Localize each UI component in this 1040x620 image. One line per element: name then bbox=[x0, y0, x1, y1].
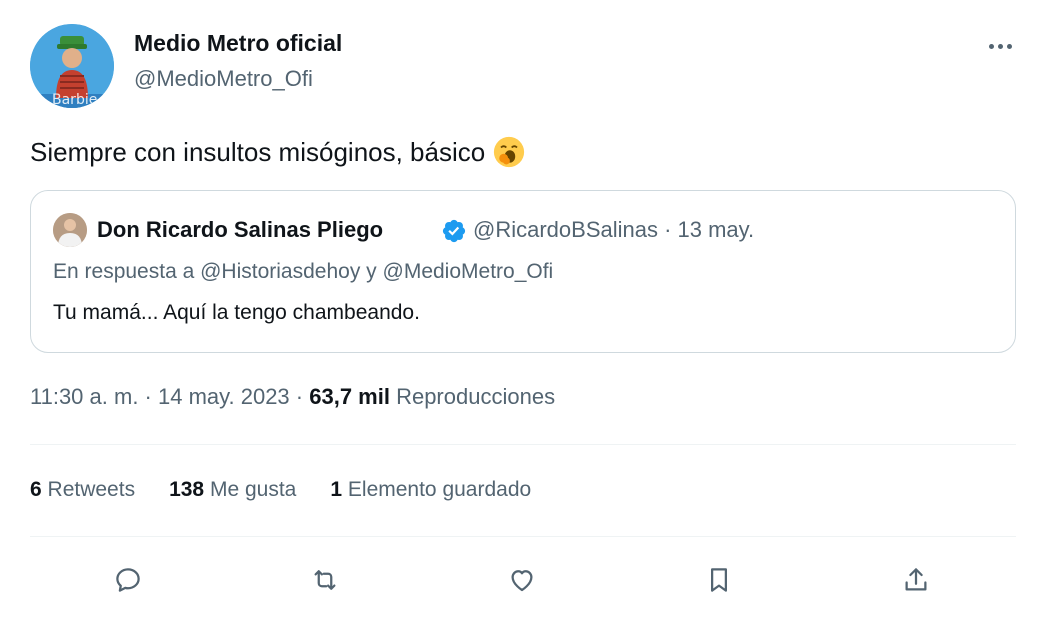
tweet-text-content: Siempre con insultos misóginos, básico bbox=[30, 136, 486, 167]
quoted-reply-context: En respuesta a @Historiasdehoy y @MedioM… bbox=[53, 260, 553, 284]
reply-mention-link[interactable]: @Historiasdehoy bbox=[200, 260, 360, 283]
retweets-stat[interactable]: 6 Retweets bbox=[30, 478, 135, 502]
yawning-face-emoji-icon bbox=[494, 136, 525, 168]
svg-text:Barbie: Barbie bbox=[52, 92, 97, 108]
share-button[interactable] bbox=[894, 558, 938, 602]
likes-label: Me gusta bbox=[209, 478, 297, 501]
retweet-button[interactable] bbox=[303, 558, 347, 602]
bookmarks-stat[interactable]: 1 Elemento guardado bbox=[330, 478, 531, 502]
reply-joiner: y bbox=[366, 260, 377, 283]
quoted-profile-avatar-icon bbox=[53, 213, 87, 247]
share-icon bbox=[905, 568, 927, 591]
more-dot-icon bbox=[1006, 43, 1012, 49]
divider bbox=[30, 536, 1016, 537]
like-icon bbox=[511, 570, 533, 592]
like-button[interactable] bbox=[500, 558, 544, 602]
tweet-timestamp[interactable]: 11:30 a. m. · 14 may. 2023 · bbox=[30, 384, 303, 409]
engagement-stats: 6 Retweets 138 Me gusta 1 Elemento guard… bbox=[30, 478, 531, 502]
more-dot-icon bbox=[988, 43, 994, 49]
retweets-label: Retweets bbox=[47, 478, 136, 501]
author-handle[interactable]: @MedioMetro_Ofi bbox=[134, 66, 313, 92]
views-count: 63,7 mil bbox=[309, 384, 390, 409]
reply-mention-link[interactable]: @MedioMetro_Ofi bbox=[383, 260, 554, 283]
reply-button[interactable] bbox=[106, 558, 150, 602]
retweets-count: 6 bbox=[30, 478, 42, 501]
quoted-tweet[interactable]: Don Ricardo Salinas Pliego @RicardoBSali… bbox=[30, 190, 1016, 353]
profile-avatar-icon: Barbie bbox=[30, 24, 114, 108]
quoted-author-avatar[interactable] bbox=[53, 213, 87, 247]
likes-stat[interactable]: 138 Me gusta bbox=[169, 478, 296, 502]
retweet-icon bbox=[314, 570, 336, 590]
bookmark-icon bbox=[711, 568, 727, 592]
likes-count: 138 bbox=[169, 478, 205, 501]
quoted-handle-date[interactable]: @RicardoBSalinas · 13 may. bbox=[473, 217, 754, 243]
views-label: Reproducciones bbox=[396, 384, 556, 409]
tweet-card: Barbie Medio Metro oficial @MedioMetro_O… bbox=[0, 0, 1040, 620]
author-avatar[interactable]: Barbie bbox=[30, 24, 114, 108]
bookmarks-count: 1 bbox=[330, 478, 343, 501]
bookmark-button[interactable] bbox=[697, 558, 741, 602]
quoted-display-name[interactable]: Don Ricardo Salinas Pliego bbox=[97, 217, 383, 243]
action-bar bbox=[0, 558, 1040, 602]
reply-icon bbox=[116, 568, 140, 592]
verified-badge-icon bbox=[442, 219, 466, 243]
reply-prefix: En respuesta a bbox=[53, 260, 195, 283]
tweet-timestamp-row: 11:30 a. m. · 14 may. 2023 · 63,7 mil Re… bbox=[30, 384, 555, 410]
divider bbox=[30, 444, 1016, 445]
tweet-text: Siempre con insultos misóginos, básico bbox=[30, 136, 525, 168]
more-options-button[interactable] bbox=[980, 32, 1020, 60]
author-display-name[interactable]: Medio Metro oficial bbox=[134, 30, 342, 57]
quoted-tweet-text: Tu mamá... Aquí la tengo chambeando. bbox=[53, 301, 420, 324]
more-dot-icon bbox=[997, 43, 1003, 49]
bookmarks-label: Elemento guardado bbox=[347, 478, 532, 501]
